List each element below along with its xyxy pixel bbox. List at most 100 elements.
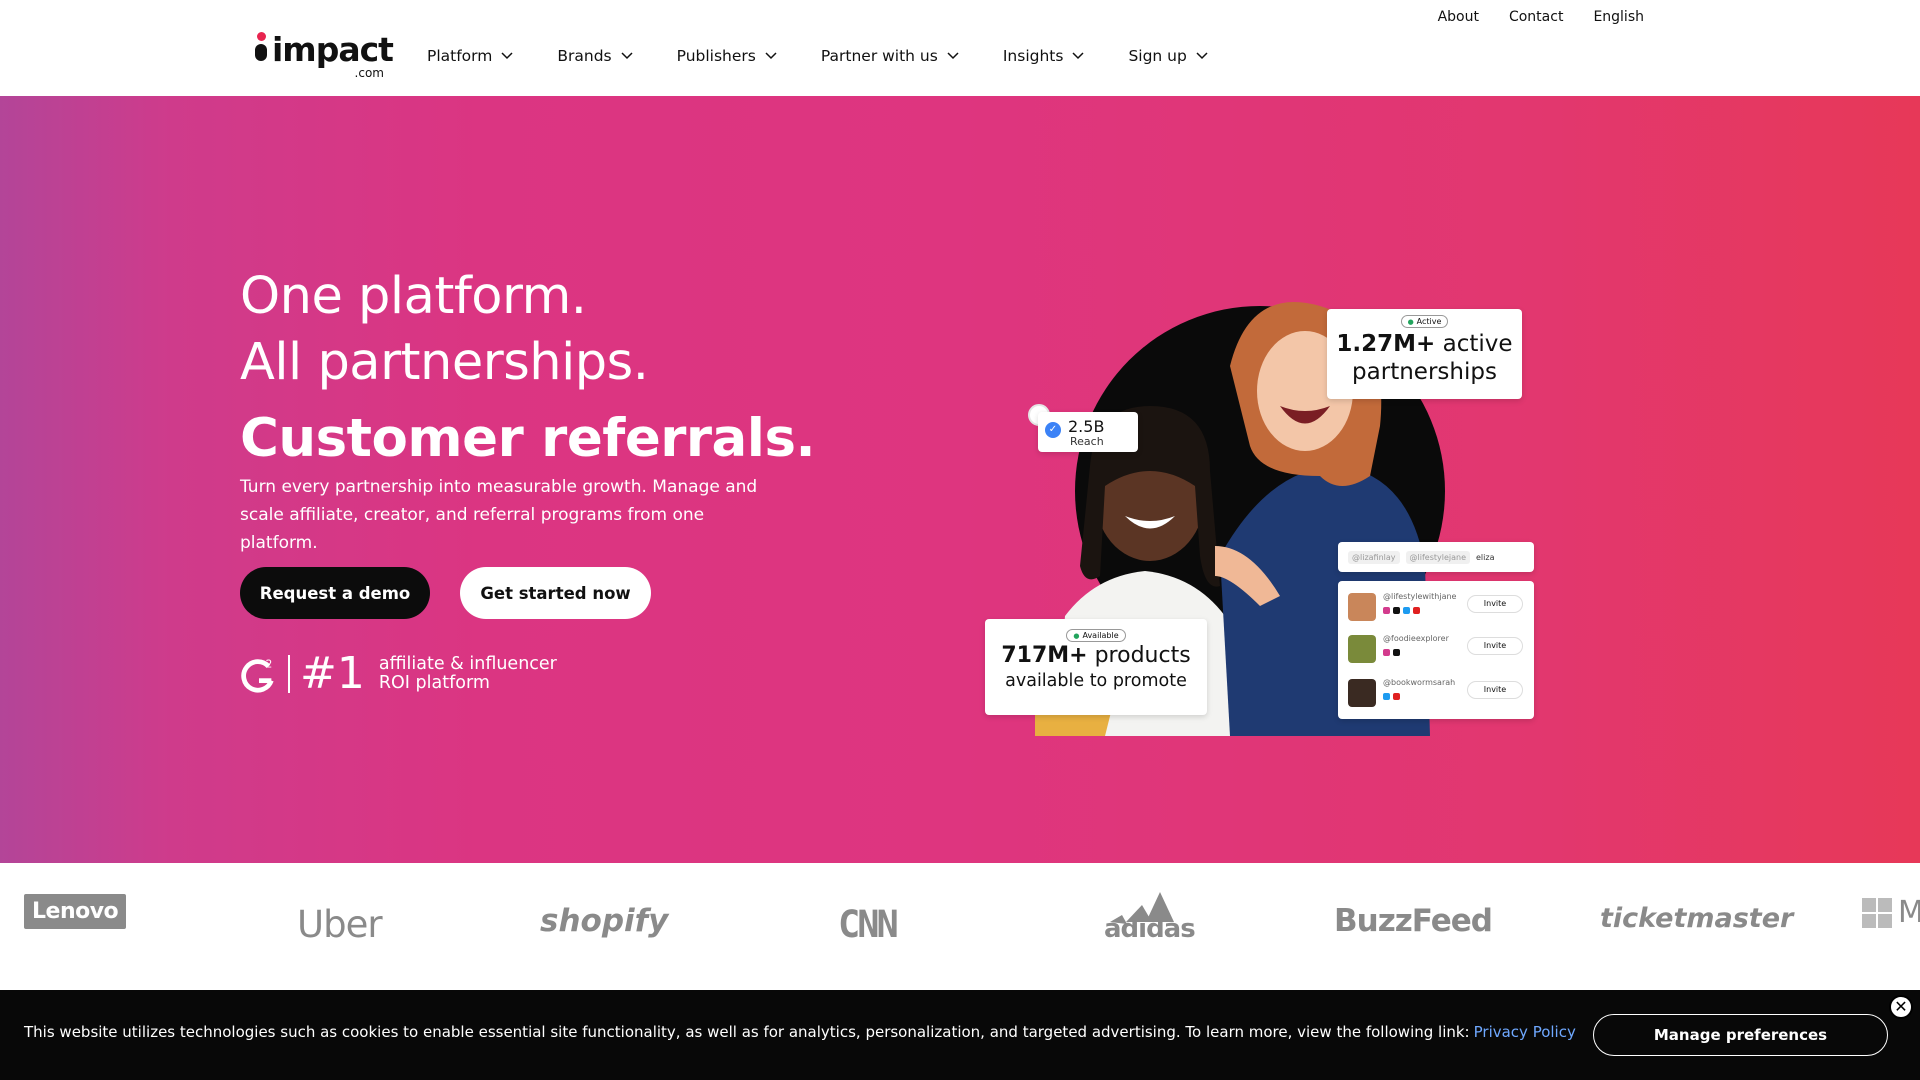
get-started-button[interactable]: Get started now [460,567,651,619]
hero-section: One platform. All partnerships. Customer… [0,96,1920,863]
nav-label: Publishers [676,47,756,65]
nav-brands[interactable]: Brands [557,47,633,65]
microsoft-grid-icon [1862,897,1892,928]
svg-text:2: 2 [266,658,273,670]
creator-row: @bookwormsarah Invite [1348,675,1528,709]
logo-dot [257,32,266,41]
g2-caption: affiliate & influencer ROI platform [379,655,557,693]
manage-preferences-button[interactable]: Manage preferences [1593,1014,1888,1056]
active-text-1: active [1442,331,1513,357]
privacy-policy-link[interactable]: Privacy Policy [1474,1023,1576,1041]
creator-handle: @bookwormsarah [1383,678,1456,687]
nav-partner-with-us[interactable]: Partner with us [821,47,959,65]
utility-nav: About Contact English [1438,9,1644,25]
brand-logo-strip: Lenovo Uber shopify CNN adidas BuzzFeed … [0,863,1920,990]
cnn-logo: CNN [838,903,899,946]
adidas-wordmark: adidas [1104,914,1196,944]
g2-award: 2 #1 affiliate & influencer ROI platform [240,648,557,699]
close-icon[interactable]: ✕ [1889,995,1913,1019]
active-partnerships-card: Active 1.27M+ active partnerships [1327,309,1522,399]
adidas-logo: adidas [1102,888,1196,944]
shopify-logo: shopify [540,903,669,939]
ticketmaster-logo: ticketmaster [1600,903,1794,934]
available-badge: Available [1066,629,1126,642]
social-icons [1383,607,1420,614]
creator-handle: @foodieexplorer [1383,634,1449,643]
impact-logo[interactable]: impact .com [252,30,394,80]
hero-subcopy: Turn every partnership into measurable g… [240,477,758,553]
g2-caption-line-2: ROI platform [378,673,490,693]
products-headline: 717M+ products [985,642,1207,670]
invite-button: Invite [1467,637,1523,655]
nav-publishers[interactable]: Publishers [677,47,777,65]
nav-label: Platform [427,47,493,65]
g2-caption-line-1: affiliate & influencer [378,654,557,674]
search-tag: @lizafinlay [1348,550,1400,564]
cookie-banner: This website utilizes technologies such … [0,990,1920,1080]
chevron-down-icon [501,52,513,60]
social-icons [1383,649,1400,656]
microsoft-wordmark: M [1898,895,1920,930]
request-demo-button[interactable]: Request a demo [240,567,430,619]
creator-list-card: @lifestylewithjane Invite @foodieexplore… [1338,581,1534,719]
active-text-2: partnerships [1352,359,1497,385]
lenovo-logo: Lenovo [24,894,127,929]
g2-rank: #1 [300,648,365,699]
active-value: 1.27M+ [1336,331,1436,357]
avatar [1348,679,1376,707]
creator-handle: @lifestylewithjane [1383,592,1457,601]
uber-logo: Uber [297,903,383,946]
creator-row: @foodieexplorer Invite [1348,631,1528,665]
nav-label: Partner with us [820,47,938,65]
chevron-down-icon [947,52,959,60]
avatar [1348,635,1376,663]
reach-value: 2.5B [1068,417,1105,436]
invite-button: Invite [1467,595,1523,613]
active-badge: Active [1400,315,1449,328]
nav-sign-up[interactable]: Sign up [1128,47,1208,65]
reach-card: ✓ 2.5B Reach [1038,412,1138,452]
nav-platform[interactable]: Platform [427,47,513,65]
products-text-2: available to promote [1005,671,1187,691]
language-selector[interactable]: English [1593,9,1644,25]
chevron-down-icon [621,52,633,60]
about-link[interactable]: About [1438,9,1479,25]
logo-stem [255,44,267,61]
main-nav: Platform Brands Publishers Partner with … [427,47,1252,65]
active-partnerships-text: 1.27M+ active partnerships [1327,330,1522,386]
nav-label: Brands [557,47,612,65]
g2-logo-icon: 2 [241,658,274,693]
headline-line-1: One platform. [240,267,587,326]
chevron-down-icon [765,52,777,60]
g2-divider [288,655,290,693]
creator-search-bar: @lizafinlay @lifestylejane eliza [1338,542,1534,572]
chevron-down-icon [1072,52,1084,60]
verified-check-icon: ✓ [1045,422,1061,438]
search-query: eliza [1476,552,1495,562]
hero-headline: One platform. All partnerships. Customer… [240,264,816,474]
logo-tld: .com [354,66,384,80]
social-icons [1383,693,1400,700]
site-header: About Contact English impact .com Platfo… [0,0,1920,96]
invite-button: Invite [1467,681,1523,699]
avatar [1348,593,1376,621]
products-text-1: products [1094,643,1191,668]
products-value: 717M+ [1001,643,1088,668]
logo-word: impact [272,30,394,69]
headline-line-3: Customer referrals. [240,408,816,469]
cookie-message: This website utilizes technologies such … [24,1023,1470,1041]
chevron-down-icon [1196,52,1208,60]
products-card: Available 717M+ products available to pr… [985,619,1207,715]
creator-row: @lifestylewithjane Invite [1348,589,1528,623]
contact-link[interactable]: Contact [1509,9,1563,25]
hero-visual: ✓ 2.5B Reach Active 1.27M+ active partne… [980,296,1540,736]
nav-label: Sign up [1128,47,1187,65]
search-tag: @lifestylejane [1405,550,1470,564]
microsoft-logo: M [1862,895,1920,930]
buzzfeed-logo: BuzzFeed [1334,903,1493,939]
nav-label: Insights [1002,47,1064,65]
reach-label: Reach [1070,435,1104,448]
nav-insights[interactable]: Insights [1003,47,1085,65]
cookie-text: This website utilizes technologies such … [24,1023,1576,1041]
headline-line-2: All partnerships. [240,333,649,392]
